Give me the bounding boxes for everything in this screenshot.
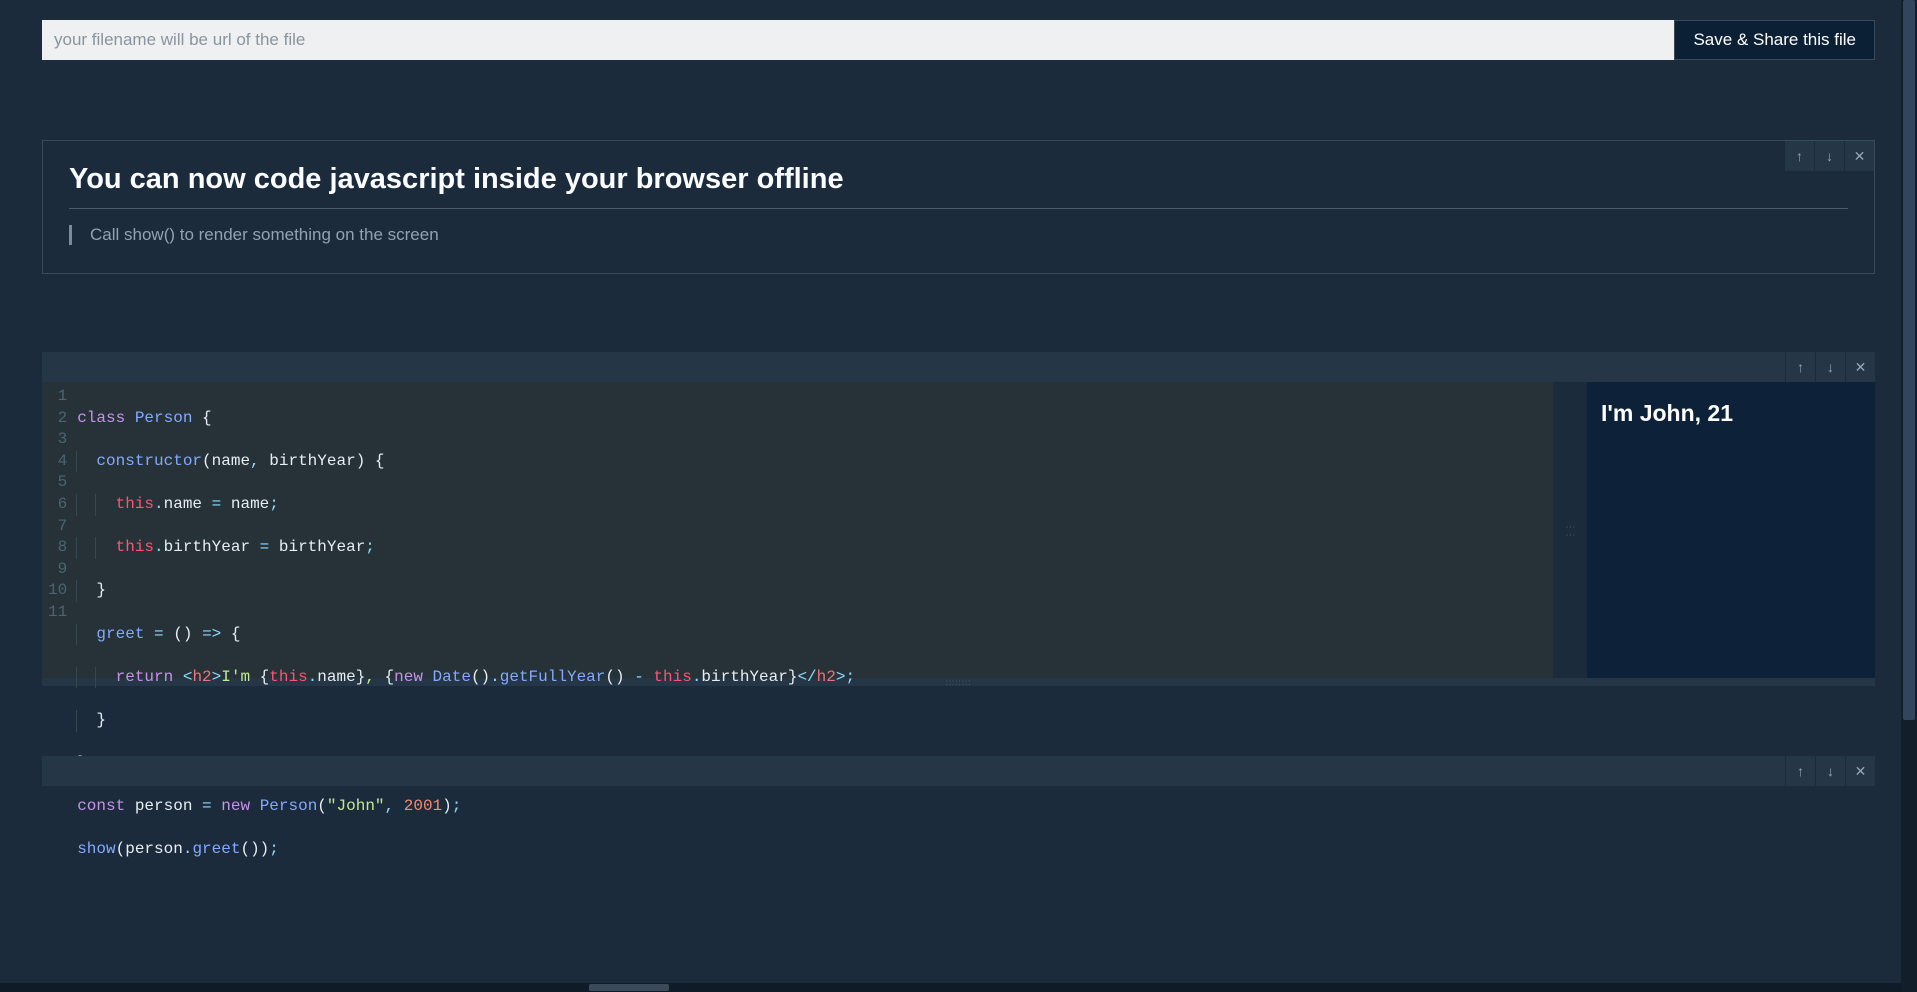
move-down-button[interactable]: ↓: [1815, 756, 1845, 786]
arrow-down-icon: ↓: [1827, 763, 1834, 779]
arrow-up-icon: ↑: [1796, 148, 1803, 164]
intro-quote: Call show() to render something on the s…: [69, 225, 1848, 245]
move-up-button[interactable]: ↑: [1785, 756, 1815, 786]
arrow-down-icon: ↓: [1827, 359, 1834, 375]
scrollbar-thumb[interactable]: [589, 984, 669, 991]
grip-icon: ⋮⋮: [1565, 522, 1576, 538]
output-text: I'm John, 21: [1601, 400, 1861, 427]
horizontal-scrollbar[interactable]: [0, 983, 1901, 992]
arrow-up-icon: ↑: [1797, 359, 1804, 375]
code-cell-topbar: ↑ ↓ ✕: [42, 352, 1875, 382]
vertical-scrollbar[interactable]: [1901, 0, 1917, 992]
next-cell-topbar: ↑ ↓ ✕: [42, 756, 1875, 786]
close-cell-button[interactable]: ✕: [1845, 756, 1875, 786]
move-up-button[interactable]: ↑: [1784, 141, 1814, 171]
code-content[interactable]: class Person { constructor(name, birthYe…: [73, 382, 1553, 678]
close-cell-button[interactable]: ✕: [1844, 141, 1874, 171]
code-editor[interactable]: 1234567891011 class Person { constructor…: [42, 382, 1553, 678]
code-cell: ↑ ↓ ✕ 1234567891011 class Person { const…: [42, 352, 1875, 686]
arrow-down-icon: ↓: [1826, 148, 1833, 164]
arrow-up-icon: ↑: [1797, 763, 1804, 779]
line-gutter: 1234567891011: [42, 382, 73, 678]
vertical-resize-handle[interactable]: ⋮⋮: [1563, 382, 1577, 678]
code-cell-toolbar: ↑ ↓ ✕: [1785, 352, 1875, 382]
scrollbar-thumb[interactable]: [1903, 0, 1915, 720]
intro-heading: You can now code javascript inside your …: [69, 163, 1848, 196]
close-icon: ✕: [1854, 148, 1866, 165]
intro-cell: ↑ ↓ ✕ You can now code javascript inside…: [42, 140, 1875, 274]
save-share-button[interactable]: Save & Share this file: [1674, 20, 1875, 60]
move-down-button[interactable]: ↓: [1815, 352, 1845, 382]
intro-cell-toolbar: ↑ ↓ ✕: [1784, 141, 1874, 171]
move-up-button[interactable]: ↑: [1785, 352, 1815, 382]
output-panel: I'm John, 21: [1587, 382, 1875, 678]
filename-input[interactable]: [42, 20, 1674, 60]
topbar: Save & Share this file: [42, 20, 1875, 60]
close-icon: ✕: [1855, 359, 1867, 376]
intro-divider: [69, 208, 1848, 209]
close-cell-button[interactable]: ✕: [1845, 352, 1875, 382]
move-down-button[interactable]: ↓: [1814, 141, 1844, 171]
close-icon: ✕: [1855, 763, 1867, 780]
next-cell-toolbar: ↑ ↓ ✕: [1785, 756, 1875, 786]
